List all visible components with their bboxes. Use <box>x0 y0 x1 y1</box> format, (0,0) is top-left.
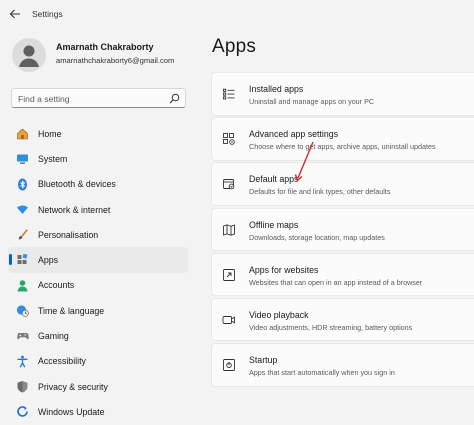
sidebar-item-label: Personalisation <box>38 229 99 240</box>
sidebar-item-label: Accessibility <box>38 356 86 367</box>
card-description: Websites that can open in an app instead… <box>249 277 423 287</box>
card-title: Apps for websites <box>249 264 319 275</box>
default-apps-card[interactable]: Default apps Defaults for file and link … <box>211 162 474 206</box>
sidebar-item-system[interactable]: System <box>8 146 188 171</box>
gamepad-icon <box>17 333 29 340</box>
sidebar-item-personalisation[interactable]: Personalisation <box>8 222 188 247</box>
sidebar-item-label: Bluetooth & devices <box>38 179 116 190</box>
apps-for-websites-icon <box>223 268 235 281</box>
startup-card[interactable]: Startup Apps that start automatically wh… <box>211 343 474 387</box>
card-title: Video playback <box>249 309 309 320</box>
sidebar-item-label: Gaming <box>38 331 69 342</box>
sidebar-item-time-language[interactable]: Time & language <box>8 298 188 323</box>
sidebar-item-label: Accounts <box>38 280 75 291</box>
card-description: Downloads, storage location, map updates <box>249 232 385 242</box>
sidebar-item-label: System <box>38 153 68 164</box>
user-profile[interactable]: Amarnath Chakraborty amarnathchakraborty… <box>12 38 197 72</box>
card-description: Choose where to get apps, archive apps, … <box>249 142 436 152</box>
video-playback-card[interactable]: Video playback Video adjustments, HDR st… <box>211 297 474 342</box>
sidebar-item-privacy-security[interactable]: Privacy & security <box>8 374 188 399</box>
app-title: Settings <box>32 9 63 19</box>
sidebar-item-label: Windows Update <box>38 406 105 417</box>
card-description: Video adjustments, HDR streaming, batter… <box>249 322 413 332</box>
card-title: Default apps <box>249 174 299 185</box>
offline-maps-card[interactable]: Offline maps Downloads, storage location… <box>211 207 474 252</box>
sidebar-item-label: Time & language <box>38 305 105 316</box>
page-title: Apps <box>212 36 257 57</box>
user-email: amarnathchakraborty6@gmail.com <box>56 56 175 65</box>
sidebar-item-gaming[interactable]: Gaming <box>8 323 188 348</box>
sidebar-item-accessibility[interactable]: Accessibility <box>8 349 188 374</box>
video-icon <box>222 315 235 324</box>
sidebar-item-label: Privacy & security <box>38 381 108 392</box>
avatar <box>12 38 46 72</box>
sidebar-item-label: Apps <box>38 255 59 266</box>
sidebar-item-bluetooth[interactable]: Bluetooth & devices <box>8 172 188 197</box>
startup-icon <box>223 359 235 372</box>
card-title: Advanced app settings <box>249 129 339 140</box>
accessibility-icon <box>17 355 28 368</box>
card-description: Defaults for file and link types, other … <box>249 187 391 197</box>
wifi-icon <box>17 205 28 214</box>
sidebar-item-home[interactable]: Home <box>8 121 188 146</box>
advanced-app-settings-icon <box>223 133 235 145</box>
default-apps-icon <box>223 179 235 190</box>
search-icon[interactable] <box>169 93 180 104</box>
card-description: Apps that start automatically when you s… <box>249 368 395 378</box>
card-description: Uninstall and manage apps on your PC <box>249 97 375 106</box>
brush-icon <box>18 229 28 240</box>
card-title: Offline maps <box>249 219 299 230</box>
apps-icon <box>17 254 28 265</box>
sidebar-item-network[interactable]: Network & internet <box>8 197 188 222</box>
card-title: Installed apps <box>249 84 304 94</box>
sidebar-item-label: Home <box>38 128 62 139</box>
sidebar-item-apps[interactable]: Apps <box>8 247 188 273</box>
title-bar: Settings <box>0 0 474 30</box>
card-title: Startup <box>249 355 278 366</box>
system-icon <box>17 154 28 164</box>
update-icon <box>17 406 28 418</box>
search-box[interactable] <box>11 88 186 108</box>
settings-card-list: Installed apps Uninstall and manage apps… <box>211 72 474 388</box>
back-arrow-icon[interactable] <box>8 7 22 21</box>
installed-apps-icon <box>223 88 235 100</box>
account-icon <box>17 279 28 292</box>
globe-clock-icon <box>16 305 29 317</box>
search-input[interactable] <box>18 92 163 105</box>
installed-apps-card[interactable]: Installed apps Uninstall and manage apps… <box>211 72 474 116</box>
sidebar-item-label: Network & internet <box>38 204 111 215</box>
user-avatar-icon <box>19 45 39 67</box>
advanced-app-settings-card[interactable]: Advanced app settings Choose where to ge… <box>211 117 474 161</box>
sidebar-item-windows-update[interactable]: Windows Update <box>8 399 188 424</box>
sidebar-item-accounts[interactable]: Accounts <box>8 273 188 298</box>
apps-for-websites-card[interactable]: Apps for websites Websites that can open… <box>211 252 474 297</box>
user-name: Amarnath Chakraborty <box>56 42 154 52</box>
home-icon <box>17 128 28 140</box>
sidebar-nav: Home System Bluetooth & devices Network … <box>8 121 188 425</box>
bluetooth-icon <box>18 178 27 191</box>
map-icon <box>223 223 235 236</box>
shield-icon <box>17 380 28 393</box>
